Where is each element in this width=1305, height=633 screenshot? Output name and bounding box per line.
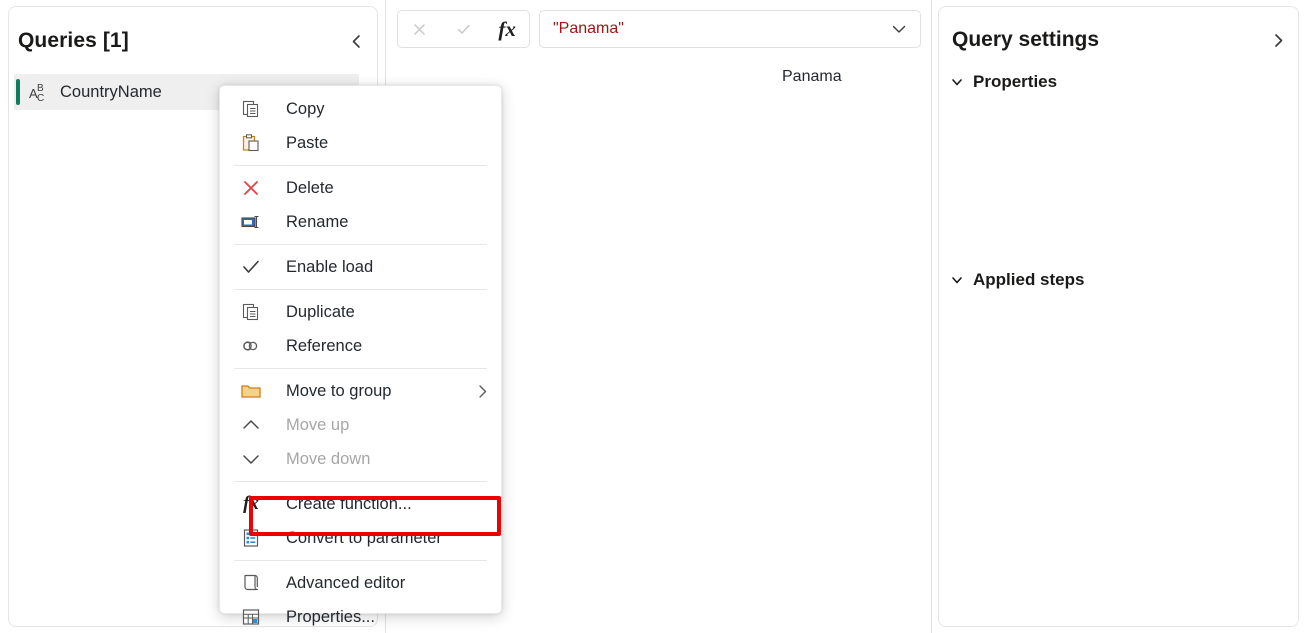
section-label: Applied steps (973, 270, 1084, 290)
section-label: Properties (973, 72, 1057, 92)
paste-icon (234, 133, 268, 153)
menu-item-label: Properties... (286, 608, 375, 627)
menu-item-label: Rename (286, 213, 348, 232)
copy-icon (234, 99, 268, 119)
page-title: Queries [1] (18, 29, 129, 53)
panel-title: Query settings (952, 28, 1099, 52)
menu-item-convert-to-parameter[interactable]: Convert to parameter (220, 521, 501, 555)
menu-item-label: Copy (286, 100, 325, 119)
menu-item-label: Create function... (286, 495, 412, 514)
menu-item-properties[interactable]: Properties... (220, 600, 501, 633)
svg-text:C: C (37, 93, 44, 103)
properties-table-icon (234, 607, 268, 627)
menu-item-label: Reference (286, 337, 362, 356)
query-settings-header: Query settings (952, 24, 1291, 56)
menu-item-label: Move down (286, 450, 370, 469)
query-settings-pane: Query settings Properties Name CountryNa… (932, 0, 1305, 633)
formula-bar: fx "Panama" (397, 10, 921, 48)
chevron-up-icon (234, 415, 268, 435)
checkmark-icon (234, 257, 268, 277)
fx-icon: fx (234, 493, 268, 515)
chevron-right-icon[interactable] (1265, 27, 1291, 53)
folder-icon (234, 381, 268, 401)
menu-item-paste[interactable]: Paste (220, 126, 501, 160)
menu-item-label: Advanced editor (286, 574, 405, 593)
menu-item-label: Paste (286, 134, 328, 153)
menu-item-label: Convert to parameter (286, 529, 442, 548)
menu-item-rename[interactable]: Rename (220, 205, 501, 239)
reference-link-icon (234, 336, 268, 356)
menu-item-label: Duplicate (286, 303, 355, 322)
menu-item-copy[interactable]: Copy (220, 92, 501, 126)
abc-text-type-icon: A B C (28, 81, 54, 103)
menu-item-move-to-group[interactable]: Move to group (220, 374, 501, 408)
chevron-down-icon[interactable] (884, 14, 914, 44)
close-icon[interactable] (402, 14, 438, 44)
list-item-label: CountryName (60, 83, 162, 102)
power-query-editor-window: Queries [1] A B C CountryName (0, 0, 1305, 633)
menu-item-label: Delete (286, 179, 334, 198)
menu-item-reference[interactable]: Reference (220, 329, 501, 363)
menu-item-delete[interactable]: Delete (220, 171, 501, 205)
menu-separator (234, 481, 487, 482)
parameter-list-icon (234, 528, 268, 548)
duplicate-icon (234, 302, 268, 322)
delete-x-icon (234, 178, 268, 198)
menu-item-move-up[interactable]: Move up (220, 408, 501, 442)
menu-item-create-function[interactable]: fx Create function... (220, 487, 501, 521)
menu-item-enable-load[interactable]: Enable load (220, 250, 501, 284)
query-selected-accent-bar (16, 79, 20, 105)
formula-input[interactable]: "Panama" (539, 10, 921, 48)
formula-input-value: "Panama" (553, 20, 884, 38)
menu-item-duplicate[interactable]: Duplicate (220, 295, 501, 329)
preview-scalar-value: Panama (782, 68, 842, 86)
chevron-left-icon[interactable] (343, 28, 369, 54)
checkmark-icon[interactable] (445, 14, 481, 44)
section-properties-header[interactable]: Properties (950, 72, 1057, 92)
menu-separator (234, 289, 487, 290)
menu-separator (234, 165, 487, 166)
menu-separator (234, 368, 487, 369)
menu-separator (234, 244, 487, 245)
query-settings-card (938, 6, 1299, 627)
menu-item-move-down[interactable]: Move down (220, 442, 501, 476)
menu-item-advanced-editor[interactable]: Advanced editor (220, 566, 501, 600)
fx-icon: fx (489, 14, 525, 44)
menu-item-label: Move up (286, 416, 349, 435)
fx-label: fx (498, 17, 516, 42)
rename-icon (234, 212, 268, 232)
advanced-editor-scroll-icon (234, 573, 268, 593)
queries-header: Queries [1] (18, 24, 369, 58)
section-applied-steps-header[interactable]: Applied steps (950, 270, 1084, 290)
chevron-down-icon (950, 273, 964, 287)
query-context-menu: Copy Paste Delete (219, 85, 502, 614)
menu-item-label: Move to group (286, 382, 391, 401)
chevron-down-icon (234, 449, 268, 469)
menu-item-label: Enable load (286, 258, 373, 277)
formula-bar-buttons: fx (397, 10, 530, 48)
chevron-down-icon (950, 75, 964, 89)
chevron-right-icon (474, 383, 491, 400)
menu-separator (234, 560, 487, 561)
